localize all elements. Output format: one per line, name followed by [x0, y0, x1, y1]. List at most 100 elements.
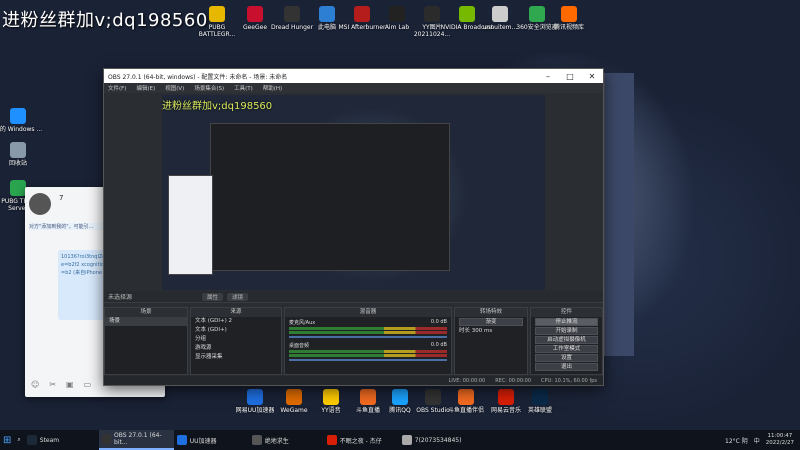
controls-title: 控件	[531, 308, 602, 317]
background-window-edge	[604, 73, 634, 356]
taskbar-app-label: 7(2073534845)	[414, 436, 462, 444]
app-icon	[319, 6, 335, 22]
close-icon[interactable]: ✕	[581, 72, 603, 81]
search-icon: ⌕	[17, 436, 21, 443]
desktop-icon[interactable]: 英雄联盟	[513, 389, 567, 414]
obs-statusbar: LIVE: 00:00:00 REC: 00:00:00 CPU: 10.1%,…	[104, 376, 603, 385]
app-icon	[251, 435, 262, 445]
volume-slider[interactable]	[289, 336, 447, 338]
sources-title: 来源	[191, 308, 281, 317]
taskbar-app-label: OBS 27.0.1 (64-bit...	[114, 432, 162, 446]
taskbar-app[interactable]: 不眠之夜 - 杰仔	[324, 430, 399, 450]
weather[interactable]: 12°C 阴	[725, 436, 748, 445]
mixer-channel: 麦克风/Aux 0.0 dB	[285, 317, 451, 340]
mixer-channel: 桌面音频 0.0 dB	[285, 340, 451, 363]
app-icon	[286, 389, 302, 405]
app-icon	[492, 6, 508, 22]
obs-title: OBS 27.0.1 (64-bit, windows) - 配置文件: 未命名…	[108, 73, 288, 81]
control-button[interactable]: 设置	[535, 354, 598, 362]
desktop-icon[interactable]: 你的 Windows ...	[0, 108, 45, 133]
no-source-label: 未选择源	[108, 294, 133, 301]
desktop-icon-label: 回收站	[8, 160, 27, 167]
avatar[interactable]	[29, 193, 51, 215]
properties-button[interactable]: 属性	[202, 292, 224, 301]
obs-window[interactable]: OBS 27.0.1 (64-bit, windows) - 配置文件: 未命名…	[103, 68, 604, 386]
taskbar-apps: Steam OBS 27.0.1 (64-bit... UU加速器 绝地求生 不眠之夜 …	[24, 430, 474, 450]
stream-watermark: 进粉丝群加v;dq198560	[2, 10, 208, 31]
control-button[interactable]: 工作室模式	[535, 345, 598, 353]
menu-item[interactable]: 编辑(E)	[136, 84, 155, 92]
source-item[interactable]: 显示器采集	[191, 353, 281, 362]
control-button[interactable]: 启动虚拟摄像机	[535, 336, 598, 344]
taskbar-app[interactable]: 7(2073534845)	[399, 430, 474, 450]
mixer-title: 混音器	[285, 308, 451, 317]
mixer-channel-db: 0.0 dB	[430, 319, 447, 325]
start-button[interactable]: ⊞	[0, 430, 14, 450]
app-icon	[26, 435, 37, 445]
taskbar-app[interactable]: Steam	[24, 430, 99, 450]
mixer-list: 麦克风/Aux 0.0 dB 桌面音频 0.0 dB	[285, 317, 451, 363]
transition-duration[interactable]: 时长 300 ms	[455, 327, 527, 336]
source-toolbar: 未选择源 属性 滤镜	[104, 291, 603, 303]
app-icon	[561, 6, 577, 22]
mixer-dock: 混音器 麦克风/Aux 0.0 dB 桌面音频 0.0 dB	[284, 307, 452, 375]
scenes-dock: 场景 场景	[104, 307, 188, 375]
menu-item[interactable]: 工具(T)	[234, 84, 253, 92]
app-icon	[401, 435, 412, 445]
menu-item[interactable]: 帮助(H)	[263, 84, 282, 92]
chat-username: 7	[59, 194, 64, 202]
taskbar-app[interactable]: OBS 27.0.1 (64-bit...	[98, 430, 174, 450]
volume-meter	[289, 354, 447, 357]
taskbar-app[interactable]: UU加速器	[174, 430, 249, 450]
source-item[interactable]: 文本 (GDI+) 2	[191, 317, 281, 326]
cpu-status: CPU: 10.1%, 60.00 fps	[541, 377, 597, 384]
controls-dock: 控件 停止推流 开始录制 启动虚拟摄像机 工作室模式 设置 退出	[530, 307, 603, 375]
volume-meter	[289, 350, 447, 353]
app-icon	[10, 180, 26, 196]
volume-slider[interactable]	[289, 359, 447, 361]
app-icon	[247, 389, 263, 405]
rec-status: REC: 00:00:00	[495, 377, 532, 384]
source-item[interactable]: 游戏源	[191, 344, 281, 353]
app-icon	[354, 6, 370, 22]
scene-list: 场景	[105, 317, 187, 326]
source-item[interactable]: 分组	[191, 335, 281, 344]
app-icon	[326, 435, 337, 445]
scenes-title: 场景	[105, 308, 187, 317]
volume-meter	[289, 327, 447, 330]
desktop-icon[interactable]: 腾讯视频库	[542, 6, 596, 31]
scissors-icon[interactable]: ✂	[49, 380, 56, 389]
app-icon	[424, 6, 440, 22]
menu-item[interactable]: 场景集合(S)	[194, 84, 224, 92]
search-button[interactable]: ⌕	[14, 430, 23, 450]
filters-button[interactable]: 滤镜	[227, 292, 249, 301]
desktop-icon[interactable]: 回收站	[0, 142, 45, 167]
transition-select[interactable]: 渐变	[459, 318, 523, 326]
mixer-channel-name: 麦克风/Aux	[289, 320, 316, 326]
app-icon	[10, 142, 26, 158]
control-button[interactable]: 停止推流	[535, 318, 598, 326]
sources-dock: 来源 文本 (GDI+) 2 文本 (GDI+) 分组 游戏源 显示器采集	[190, 307, 282, 375]
obs-preview[interactable]: 进粉丝群加v;dq198560	[162, 95, 545, 290]
clock[interactable]: 11:00:47 2022/2/27	[766, 433, 794, 447]
menu-item[interactable]: 视图(V)	[165, 84, 184, 92]
app-icon	[247, 6, 263, 22]
scene-item[interactable]: 场景	[105, 317, 187, 326]
control-button[interactable]: 退出	[535, 363, 598, 371]
chat-toolbar: ☺ ✂ ▣ ▭	[31, 380, 91, 389]
emoji-icon[interactable]: ☺	[31, 380, 39, 389]
control-button[interactable]: 开始录制	[535, 327, 598, 335]
maximize-icon[interactable]: □	[559, 72, 581, 81]
obs-titlebar[interactable]: OBS 27.0.1 (64-bit, windows) - 配置文件: 未命名…	[104, 69, 603, 83]
transitions-dock: 转场特效 渐变 时长 300 ms	[454, 307, 528, 375]
source-item[interactable]: 文本 (GDI+)	[191, 326, 281, 335]
ime-indicator[interactable]: 中	[754, 436, 760, 445]
image-icon[interactable]: ▣	[66, 380, 74, 389]
app-icon	[323, 389, 339, 405]
menu-item[interactable]: 文件(F)	[108, 84, 126, 92]
minimize-icon[interactable]: –	[537, 72, 559, 81]
taskbar-app[interactable]: 绝地求生	[249, 430, 324, 450]
folder-icon[interactable]: ▭	[84, 380, 92, 389]
preview-watermark: 进粉丝群加v;dq198560	[162, 101, 273, 112]
app-icon	[532, 389, 548, 405]
